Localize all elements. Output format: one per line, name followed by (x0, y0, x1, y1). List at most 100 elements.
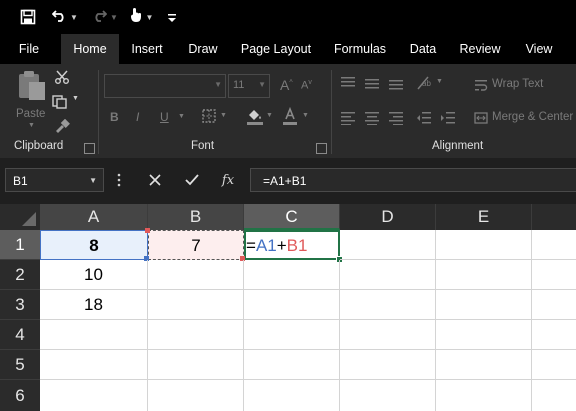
insert-function-icon[interactable]: fx (216, 168, 240, 192)
row-header-2[interactable]: 2 (0, 260, 40, 290)
tab-file[interactable]: File (10, 34, 48, 64)
borders-icon[interactable]: ▼ (202, 109, 227, 128)
cell-c5[interactable] (244, 350, 340, 380)
select-all-corner[interactable] (0, 204, 40, 230)
cell-a3[interactable]: 18 (40, 290, 148, 320)
cell-b3[interactable] (148, 290, 244, 320)
tab-home[interactable]: Home (61, 34, 119, 64)
cell-c4[interactable] (244, 320, 340, 350)
cell-f1[interactable] (532, 230, 576, 260)
cell-a2[interactable]: 10 (40, 260, 148, 290)
row-header-6[interactable]: 6 (0, 380, 40, 411)
cell-e5[interactable] (436, 350, 532, 380)
decrease-font-size-button[interactable]: Av (301, 79, 312, 92)
cell-f4[interactable] (532, 320, 576, 350)
chevron-down-icon[interactable]: ▼ (178, 113, 185, 120)
tab-view[interactable]: View (520, 34, 558, 64)
column-header-c[interactable]: C (244, 204, 340, 230)
column-header-f[interactable] (532, 204, 576, 230)
cell-d4[interactable] (340, 320, 436, 350)
orientation-icon[interactable]: ab ▼ (416, 75, 443, 96)
cell-a5[interactable] (40, 350, 148, 380)
more-options-icon[interactable] (114, 168, 124, 192)
align-right-icon[interactable] (388, 111, 404, 130)
font-color-icon[interactable]: ▼ (282, 106, 309, 130)
clipboard-launcher-icon[interactable] (84, 143, 95, 154)
cell-e3[interactable] (436, 290, 532, 320)
cell-b5[interactable] (148, 350, 244, 380)
row-header-4[interactable]: 4 (0, 320, 40, 350)
enter-checkmark-icon[interactable] (180, 168, 204, 192)
underline-button[interactable]: U (160, 110, 169, 124)
save-icon[interactable] (16, 0, 40, 34)
customize-toolbar-icon[interactable] (164, 0, 180, 34)
name-box-value: B1 (13, 174, 28, 188)
formula-input[interactable]: =A1+B1 (250, 168, 576, 192)
ref-handle-b1-left (145, 228, 150, 233)
chevron-down-icon: ▼ (214, 80, 222, 89)
cell-c6[interactable] (244, 380, 340, 411)
touch-mode-button[interactable]: ▼ (124, 0, 158, 34)
cell-b1[interactable]: 7 (148, 230, 244, 260)
cell-e1[interactable] (436, 230, 532, 260)
row-header-3[interactable]: 3 (0, 290, 40, 320)
cell-f2[interactable] (532, 260, 576, 290)
decrease-indent-icon[interactable] (416, 111, 432, 130)
tab-data[interactable]: Data (405, 34, 441, 64)
font-launcher-icon[interactable] (316, 143, 327, 154)
worksheet-grid: A B C D E 1 2 3 4 5 6 8 7 =A1+B1 10 18 (0, 204, 576, 411)
fill-color-icon[interactable]: ▼ (246, 107, 273, 130)
cut-icon[interactable] (54, 70, 70, 89)
cell-b6[interactable] (148, 380, 244, 411)
font-size-dropdown[interactable]: 11 ▼ (228, 74, 270, 98)
italic-button[interactable]: I (136, 110, 139, 124)
cell-c1[interactable]: =A1+B1 (244, 230, 340, 260)
cell-b4[interactable] (148, 320, 244, 350)
copy-icon[interactable]: ▼ (52, 95, 79, 114)
cell-d6[interactable] (340, 380, 436, 411)
cell-f6[interactable] (532, 380, 576, 411)
row-header-1[interactable]: 1 (0, 230, 40, 260)
cell-d5[interactable] (340, 350, 436, 380)
row-header-5[interactable]: 5 (0, 350, 40, 380)
increase-font-size-button[interactable]: A^ (280, 77, 293, 93)
column-header-b[interactable]: B (148, 204, 244, 230)
cell-f3[interactable] (532, 290, 576, 320)
font-name-dropdown[interactable]: ▼ (104, 74, 226, 98)
bold-button[interactable]: B (110, 110, 119, 124)
align-middle-icon[interactable] (364, 76, 380, 95)
cell-e2[interactable] (436, 260, 532, 290)
increase-indent-icon[interactable] (440, 111, 456, 130)
cell-e6[interactable] (436, 380, 532, 411)
cell-c3[interactable] (244, 290, 340, 320)
cell-d1[interactable] (340, 230, 436, 260)
cell-c2[interactable] (244, 260, 340, 290)
column-header-e[interactable]: E (436, 204, 532, 230)
cell-a6[interactable] (40, 380, 148, 411)
tab-draw[interactable]: Draw (182, 34, 224, 64)
ribbon-tabs: File Home Insert Draw Page Layout Formul… (0, 34, 576, 64)
cell-a1[interactable]: 8 (40, 230, 148, 260)
tab-page-layout[interactable]: Page Layout (238, 34, 314, 64)
paste-button[interactable]: Paste ▼ (12, 70, 50, 129)
align-top-icon[interactable] (340, 76, 356, 95)
tab-formulas[interactable]: Formulas (329, 34, 391, 64)
cell-a4[interactable] (40, 320, 148, 350)
column-header-a[interactable]: A (40, 204, 148, 230)
align-center-icon[interactable] (364, 111, 380, 130)
cancel-icon[interactable] (143, 168, 167, 192)
cell-b2[interactable] (148, 260, 244, 290)
redo-button[interactable]: ▼ (88, 0, 122, 34)
format-painter-icon[interactable] (54, 118, 70, 138)
name-box[interactable]: B1 ▼ (5, 168, 104, 192)
tab-review[interactable]: Review (455, 34, 505, 64)
cell-d3[interactable] (340, 290, 436, 320)
undo-button[interactable]: ▼ (48, 0, 82, 34)
align-bottom-icon[interactable] (388, 76, 404, 95)
align-left-icon[interactable] (340, 111, 356, 130)
tab-insert[interactable]: Insert (124, 34, 170, 64)
cell-f5[interactable] (532, 350, 576, 380)
cell-e4[interactable] (436, 320, 532, 350)
column-header-d[interactable]: D (340, 204, 436, 230)
cell-d2[interactable] (340, 260, 436, 290)
